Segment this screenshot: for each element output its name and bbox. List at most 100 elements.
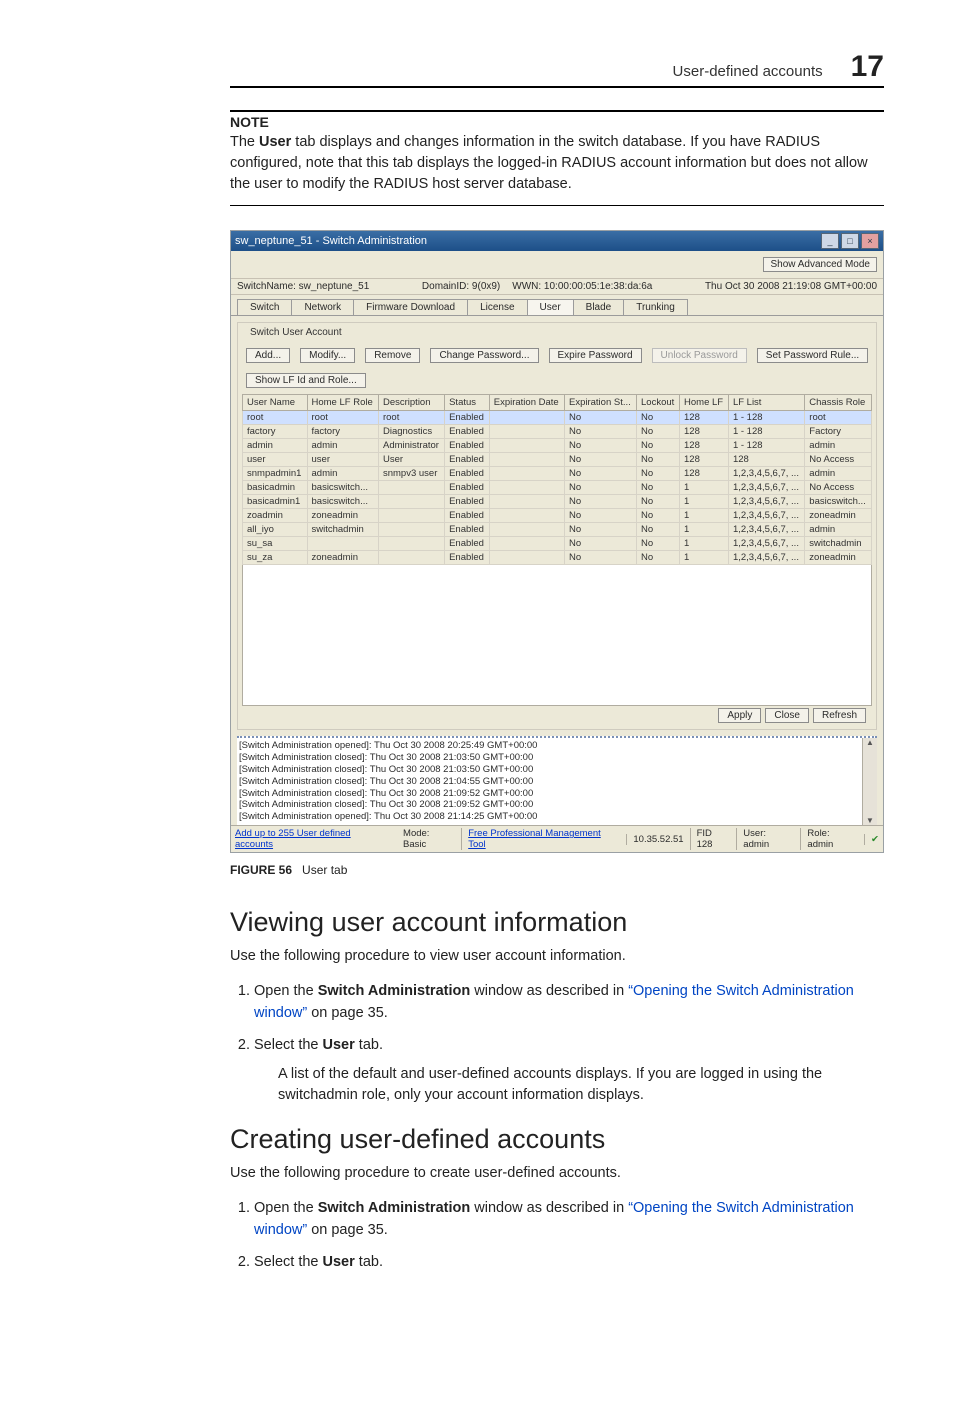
- table-row[interactable]: adminadminAdministratorEnabledNoNo1281 -…: [243, 439, 872, 453]
- th-lflist[interactable]: LF List: [728, 395, 804, 411]
- table-cell: 1,2,3,4,5,6,7, ...: [728, 537, 804, 551]
- table-cell: No: [564, 439, 636, 453]
- table-cell: 1: [680, 523, 729, 537]
- table-cell: 1: [680, 481, 729, 495]
- note-rule-bottom: [230, 205, 884, 206]
- table-row[interactable]: rootrootrootEnabledNoNo1281 - 128root: [243, 411, 872, 425]
- tab-trunking[interactable]: Trunking: [623, 299, 688, 315]
- table-cell: admin: [805, 439, 872, 453]
- remove-button[interactable]: Remove: [365, 348, 420, 363]
- table-cell: root: [805, 411, 872, 425]
- table-cell: zoneadmin: [307, 509, 378, 523]
- table-row[interactable]: zoadminzoneadminEnabledNoNo11,2,3,4,5,6,…: [243, 509, 872, 523]
- table-cell: switchadmin: [805, 537, 872, 551]
- th-expdate[interactable]: Expiration Date: [489, 395, 564, 411]
- table-cell: No: [637, 495, 680, 509]
- table-cell: all_iyo: [243, 523, 308, 537]
- table-row[interactable]: snmpadmin1adminsnmpv3 userEnabledNoNo128…: [243, 467, 872, 481]
- tab-firmware-download[interactable]: Firmware Download: [353, 299, 468, 315]
- tab-blade[interactable]: Blade: [573, 299, 625, 315]
- table-row[interactable]: basicadmin1basicswitch...EnabledNoNo11,2…: [243, 495, 872, 509]
- table-cell: Factory: [805, 425, 872, 439]
- status-mode: Mode: Basic: [403, 828, 455, 850]
- table-cell: Enabled: [445, 425, 490, 439]
- table-row[interactable]: all_iyoswitchadminEnabledNoNo11,2,3,4,5,…: [243, 523, 872, 537]
- unlock-password-button[interactable]: Unlock Password: [652, 348, 747, 363]
- maximize-button[interactable]: □: [841, 233, 859, 249]
- modify-button[interactable]: Modify...: [300, 348, 355, 363]
- step-open-switch-admin-2: Open the Switch Administration window as…: [254, 1198, 884, 1242]
- status-ok-icon: ✔: [864, 834, 879, 845]
- th-homelfrole[interactable]: Home LF Role: [307, 395, 378, 411]
- table-row[interactable]: useruserUserEnabledNoNo128128No Access: [243, 453, 872, 467]
- table-cell: No: [637, 439, 680, 453]
- note-rule-top: [230, 110, 884, 112]
- th-homelf[interactable]: Home LF: [680, 395, 729, 411]
- set-password-rule-button[interactable]: Set Password Rule...: [757, 348, 868, 363]
- table-cell: No: [564, 453, 636, 467]
- table-cell: No: [564, 481, 636, 495]
- running-header: User-defined accounts 17: [230, 50, 884, 88]
- apply-button[interactable]: Apply: [718, 708, 761, 723]
- table-cell: [378, 551, 444, 565]
- table-cell: Enabled: [445, 551, 490, 565]
- scroll-up-icon[interactable]: ▲: [866, 738, 874, 747]
- table-cell: 1,2,3,4,5,6,7, ...: [728, 523, 804, 537]
- tab-switch[interactable]: Switch: [237, 299, 292, 315]
- show-lf-id-button[interactable]: Show LF Id and Role...: [246, 373, 366, 388]
- table-row[interactable]: basicadminbasicswitch...EnabledNoNo11,2,…: [243, 481, 872, 495]
- table-cell: No: [564, 495, 636, 509]
- table-cell: No: [637, 425, 680, 439]
- log-line: [Switch Administration closed]: Thu Oct …: [239, 764, 860, 776]
- scroll-down-icon[interactable]: ▼: [866, 816, 874, 825]
- table-cell: No: [637, 453, 680, 467]
- close-window-button[interactable]: Close: [765, 708, 809, 723]
- table-cell: basicswitch...: [307, 495, 378, 509]
- add-button[interactable]: Add...: [246, 348, 290, 363]
- creating-intro: Use the following procedure to create us…: [230, 1163, 884, 1184]
- table-cell: No: [637, 467, 680, 481]
- table-cell: 128: [680, 439, 729, 453]
- th-description[interactable]: Description: [378, 395, 444, 411]
- table-cell: [489, 523, 564, 537]
- th-lockout[interactable]: Lockout: [637, 395, 680, 411]
- status-tool-link[interactable]: Free Professional Management Tool: [461, 828, 620, 850]
- minimize-button[interactable]: _: [821, 233, 839, 249]
- chapter-number: 17: [851, 50, 884, 84]
- th-chassisrole[interactable]: Chassis Role: [805, 395, 872, 411]
- table-row[interactable]: su_saEnabledNoNo11,2,3,4,5,6,7, ...switc…: [243, 537, 872, 551]
- table-cell: 1,2,3,4,5,6,7, ...: [728, 509, 804, 523]
- change-password-button[interactable]: Change Password...: [430, 348, 538, 363]
- viewing-substep: A list of the default and user-defined a…: [278, 1064, 884, 1106]
- table-row[interactable]: factoryfactoryDiagnosticsEnabledNoNo1281…: [243, 425, 872, 439]
- heading-viewing: Viewing user account information: [230, 907, 884, 938]
- table-cell: 1 - 128: [728, 425, 804, 439]
- table-cell: 1,2,3,4,5,6,7, ...: [728, 495, 804, 509]
- table-row[interactable]: su_zazoneadminEnabledNoNo11,2,3,4,5,6,7,…: [243, 551, 872, 565]
- table-cell: factory: [243, 425, 308, 439]
- table-cell: admin: [307, 467, 378, 481]
- scrollbar[interactable]: ▲▼: [862, 738, 877, 825]
- table-cell: No: [564, 411, 636, 425]
- close-button[interactable]: ×: [861, 233, 879, 249]
- refresh-button[interactable]: Refresh: [813, 708, 866, 723]
- th-expst[interactable]: Expiration St...: [564, 395, 636, 411]
- table-cell: 128: [680, 425, 729, 439]
- table-cell: 1: [680, 509, 729, 523]
- table-cell: [489, 425, 564, 439]
- tab-license[interactable]: License: [467, 299, 527, 315]
- table-cell: 1 - 128: [728, 411, 804, 425]
- switch-name: SwitchName: sw_neptune_51: [237, 281, 369, 292]
- table-cell: admin: [307, 439, 378, 453]
- show-advanced-mode-button[interactable]: Show Advanced Mode: [763, 257, 877, 272]
- accounts-table[interactable]: User Name Home LF Role Description Statu…: [242, 394, 872, 565]
- table-cell: switchadmin: [307, 523, 378, 537]
- th-status[interactable]: Status: [445, 395, 490, 411]
- table-cell: zoadmin: [243, 509, 308, 523]
- table-cell: No Access: [805, 481, 872, 495]
- tab-user[interactable]: User: [527, 299, 574, 315]
- status-hint[interactable]: Add up to 255 User defined accounts: [235, 828, 391, 850]
- th-username[interactable]: User Name: [243, 395, 308, 411]
- expire-password-button[interactable]: Expire Password: [549, 348, 642, 363]
- tab-network[interactable]: Network: [291, 299, 354, 315]
